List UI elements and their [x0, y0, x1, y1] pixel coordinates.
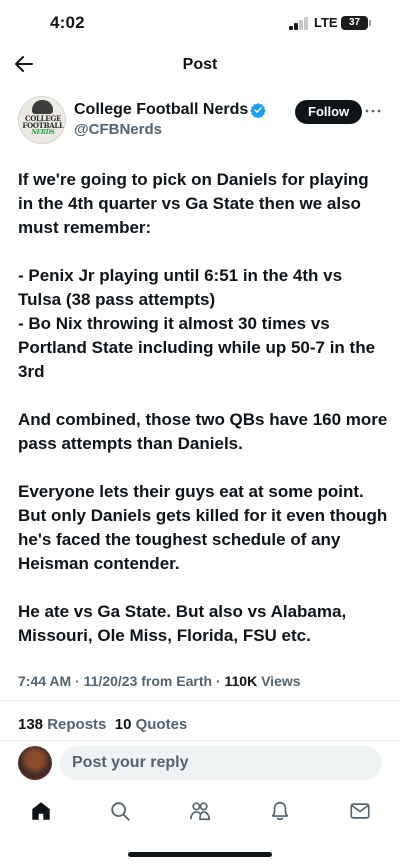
- home-indicator: [128, 852, 272, 857]
- engagement-stats: 138 Reposts 10 Quotes: [18, 716, 187, 733]
- tweet-line: - Bo Nix throwing it almost 30 times vs …: [18, 314, 376, 381]
- signal-icon: [289, 17, 309, 30]
- tweet-line: - Penix Jr playing until 6:51 in the 4th…: [18, 266, 343, 309]
- post-time[interactable]: 7:44 AM: [18, 673, 71, 689]
- home-icon: [32, 802, 50, 820]
- battery-icon: 37: [341, 16, 371, 30]
- meta-separator: ·: [75, 673, 80, 689]
- post-source: from Earth: [141, 673, 213, 689]
- divider: [0, 700, 400, 701]
- meta-separator: ·: [215, 673, 221, 689]
- tweet-line: He ate vs Ga State. But also vs Alabama,…: [18, 602, 347, 645]
- messages-icon: [350, 803, 370, 819]
- follow-button[interactable]: Follow: [295, 100, 363, 124]
- display-name[interactable]: College Football Nerds: [74, 101, 248, 119]
- tweet-paragraph: If we're going to pick on Daniels for pl…: [18, 168, 388, 240]
- status-time: 4:02: [50, 13, 85, 32]
- reposts-count[interactable]: 138: [18, 716, 43, 733]
- tweet-paragraph: And combined, those two QBs have 160 mor…: [18, 408, 388, 456]
- notifications-icon: [271, 801, 289, 821]
- tab-notifications[interactable]: [267, 798, 293, 824]
- communities-icon: [190, 802, 210, 821]
- tab-messages[interactable]: [347, 798, 373, 824]
- views-count[interactable]: 110K: [225, 673, 258, 689]
- tweet-paragraph: - Penix Jr playing until 6:51 in the 4th…: [18, 264, 388, 384]
- tweet-paragraph: He ate vs Ga State. But also vs Alabama,…: [18, 600, 388, 648]
- search-icon: [111, 802, 130, 821]
- battery-level: 37: [348, 17, 361, 28]
- avatar-logo-line: NERDS: [31, 129, 55, 136]
- avatar: [18, 746, 52, 780]
- tweet-line: Everyone lets their guys eat at some poi…: [18, 482, 388, 573]
- reply-composer: [18, 744, 382, 784]
- tab-search[interactable]: [107, 798, 133, 824]
- views-label: Views: [261, 673, 301, 689]
- network-type: LTE: [314, 15, 338, 30]
- reply-input[interactable]: [60, 746, 382, 780]
- tab-home[interactable]: [28, 798, 54, 824]
- more-button[interactable]: [363, 101, 383, 121]
- page-title: Post: [182, 56, 218, 73]
- tweet-text: If we're going to pick on Daniels for pl…: [18, 168, 388, 648]
- verified-badge-icon: [250, 103, 266, 118]
- author-row: COLLEGE FOOTBALL NERDS College Football …: [18, 96, 382, 148]
- tweet-line: If we're going to pick on Daniels for pl…: [18, 170, 369, 237]
- bottom-tab-bar: [0, 793, 400, 829]
- tweet-meta: 7:44 AM · 11/20/23 from Earth · 110K Vie…: [18, 673, 301, 689]
- post-header: Post: [0, 48, 400, 84]
- post-date[interactable]: 11/20/23: [84, 673, 138, 689]
- ellipsis-icon: [365, 109, 381, 113]
- tweet-line: And combined, those two QBs have 160 mor…: [18, 410, 388, 453]
- quotes-label[interactable]: Quotes: [136, 716, 188, 733]
- status-bar: 4:02 LTE 37: [0, 0, 400, 48]
- user-handle[interactable]: @CFBNerds: [74, 121, 162, 138]
- reposts-label[interactable]: Reposts: [47, 716, 106, 733]
- divider: [0, 740, 400, 741]
- avatar-face: [32, 100, 53, 114]
- avatar[interactable]: COLLEGE FOOTBALL NERDS: [18, 96, 66, 144]
- quotes-count[interactable]: 10: [115, 716, 132, 733]
- tab-communities[interactable]: [187, 798, 213, 824]
- tweet-paragraph: Everyone lets their guys eat at some poi…: [18, 480, 388, 576]
